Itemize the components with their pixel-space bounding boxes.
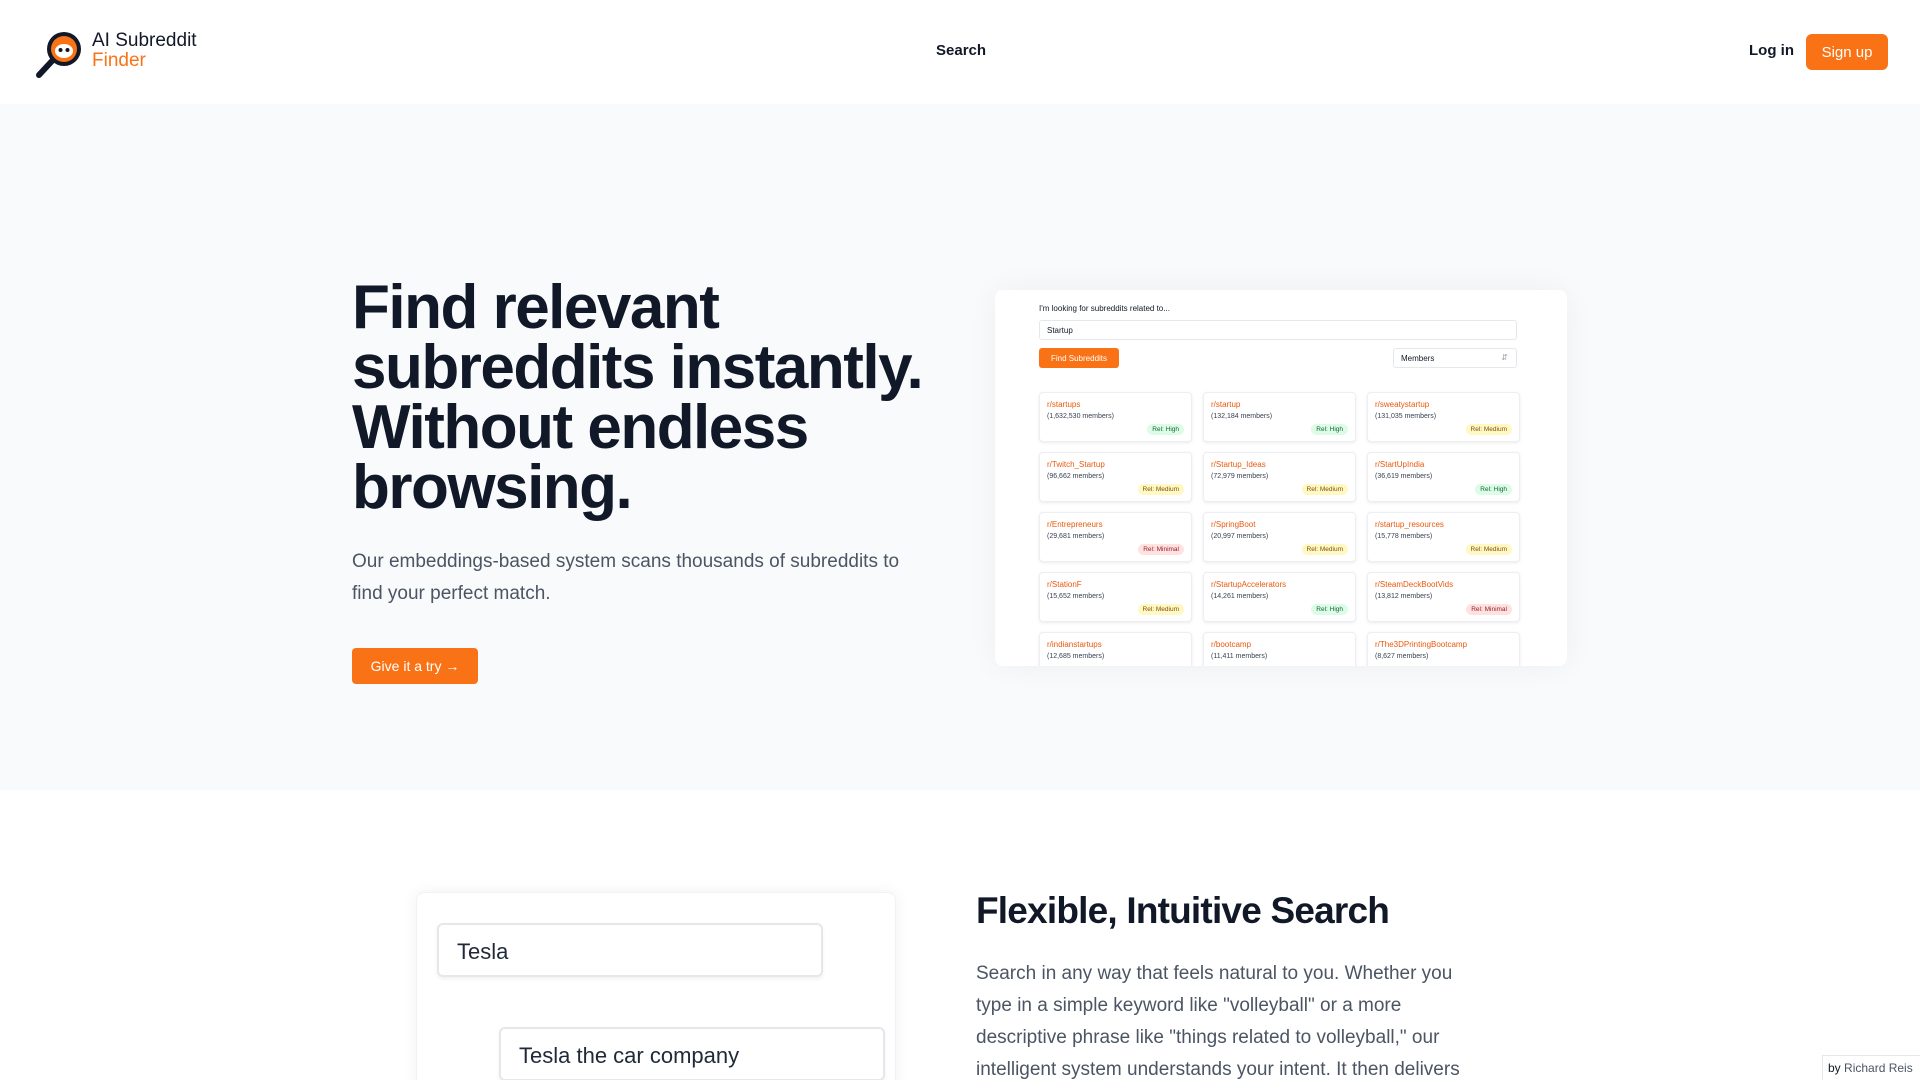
preview-sort-value: Members [1401,354,1435,363]
subreddit-name: r/SpringBoot [1211,520,1256,529]
subreddit-name: r/SteamDeckBootVids [1375,580,1454,589]
subreddit-result-card: r/SteamDeckBootVids (13,812 members) Rel: … [1367,572,1520,622]
subreddit-members: (36,619 members) [1375,473,1433,480]
subreddit-members: (15,652 members) [1047,593,1105,600]
author-credit[interactable]: by Richard Reis [1822,1055,1920,1080]
preview-find-button: Find Subreddits [1039,348,1119,368]
give-it-a-try-button[interactable]: Give it a try → [352,648,478,684]
subreddit-result-card: r/Entrepreneurs (29,681 members) Rel: Mini… [1039,512,1192,562]
subreddit-name: r/startups [1047,400,1081,409]
subreddit-members: (96,662 members) [1047,473,1105,480]
subreddit-result-card: r/sweatystartup (131,035 members) Rel: Med… [1367,392,1520,442]
hero-title-line: browsing. [352,453,633,522]
feature-description: Search in any way that feels natural to … [976,963,1460,1080]
search-demo-image: Tesla Tesla the car company [416,892,896,1080]
subreddit-result-card: r/startup (132,184 members) Rel: High [1203,392,1356,442]
site-header: AI Subreddit Finder Search Log in Sign u… [0,0,1920,104]
relevance-badge: Rel: Minimal [1466,604,1512,615]
relevance-badge: Rel: Medium [1137,484,1184,495]
nav-search-link[interactable]: Search [936,42,986,59]
subreddit-name: r/StartupAccelerators [1211,580,1287,589]
hero-title: Find relevant subreddits instantly. With… [352,273,952,522]
subreddit-result-card: r/indianstartups (12,685 members) [1039,632,1192,666]
feature-title: Flexible, Intuitive Search [976,890,1390,931]
subreddit-members: (20,997 members) [1211,533,1269,540]
subreddit-members: (8,627 members) [1375,653,1429,660]
subreddit-name: r/startup_resources [1375,520,1444,529]
subreddit-members: (72,979 members) [1211,473,1269,480]
subreddit-members: (29,681 members) [1047,533,1105,540]
brand-line-2: Finder [92,50,146,71]
subreddit-name: r/StationF [1047,580,1082,589]
subreddit-name: r/Twitch_Startup [1047,460,1105,469]
subreddit-result-card: r/Startup_Ideas (72,979 members) Rel: Medi… [1203,452,1356,502]
credit-by: by [1828,1061,1841,1075]
subreddit-members: (13,812 members) [1375,593,1433,600]
subreddit-result-card: r/startup_resources (15,778 members) Rel: … [1367,512,1520,562]
signup-button[interactable]: Sign up [1806,34,1888,70]
preview-sort-select: Members ⇵ [1393,348,1517,368]
subreddit-members: (132,184 members) [1211,413,1273,420]
subreddit-result-card: r/startups (1,632,530 members) Rel: High [1039,392,1192,442]
relevance-badge: Rel: Medium [1301,544,1348,555]
relevance-badge: Rel: Medium [1301,484,1348,495]
relevance-badge: Rel: High [1311,604,1348,615]
demo-input-short: Tesla [437,923,823,977]
hero-title-line: Without endless [352,393,809,462]
relevance-badge: Rel: High [1475,484,1512,495]
subreddit-name: r/sweatystartup [1375,400,1430,409]
subreddit-name: r/The3DPrintingBootcamp [1375,640,1468,649]
subreddit-name: r/bootcamp [1211,640,1252,649]
relevance-badge: Rel: Minimal [1138,544,1184,555]
hero-section [0,104,1920,790]
relevance-badge: Rel: High [1311,424,1348,435]
relevance-badge: Rel: Medium [1465,544,1512,555]
relevance-badge: Rel: Medium [1137,604,1184,615]
subreddit-name: r/Startup_Ideas [1211,460,1266,469]
subreddit-result-card: r/SpringBoot (20,997 members) Rel: Medium [1203,512,1356,562]
preview-search-label: I'm looking for subreddits related to... [1039,304,1170,313]
subreddit-result-card: r/StartUpIndia (36,619 members) Rel: High [1367,452,1520,502]
brand-line-1: AI Subreddit [92,30,197,51]
subreddit-result-card: r/The3DPrintingBootcamp (8,627 members) [1367,632,1520,666]
subreddit-members: (131,035 members) [1375,413,1437,420]
hero-subtitle: Our embeddings-based system scans thousa… [352,551,900,604]
subreddit-members: (1,632,530 members) [1047,413,1114,420]
login-link[interactable]: Log in [1749,42,1794,59]
search-preview-image: I'm looking for subreddits related to...… [995,290,1567,666]
subreddit-result-card: r/StationF (15,652 members) Rel: Medium [1039,572,1192,622]
brand-name[interactable]: AI Subreddit Finder [92,31,197,71]
subreddit-result-card: r/bootcamp (11,411 members) [1203,632,1356,666]
relevance-badge: Rel: Medium [1465,424,1512,435]
credit-name: Richard Reis [1844,1061,1913,1075]
subreddit-members: (14,261 members) [1211,593,1269,600]
chevron-up-down-icon: ⇵ [1501,353,1508,362]
subreddit-members: (11,411 members) [1211,653,1268,660]
subreddit-name: r/startup [1211,400,1241,409]
subreddit-name: r/StartUpIndia [1375,460,1425,469]
subreddit-name: r/indianstartups [1047,640,1102,649]
demo-input-long: Tesla the car company [499,1027,885,1080]
magnifier-logo-icon[interactable] [34,28,86,80]
relevance-badge: Rel: High [1147,424,1184,435]
subreddit-result-card: r/Twitch_Startup (96,662 members) Rel: Med… [1039,452,1192,502]
hero-title-line: subreddits instantly. [352,333,924,402]
preview-search-input: Startup [1039,320,1517,340]
subreddit-name: r/Entrepreneurs [1047,520,1103,529]
subreddit-result-card: r/StartupAccelerators (14,261 members) Rel… [1203,572,1356,622]
subreddit-members: (12,685 members) [1047,653,1105,660]
subreddit-members: (15,778 members) [1375,533,1433,540]
hero-title-line: Find relevant [352,273,720,342]
